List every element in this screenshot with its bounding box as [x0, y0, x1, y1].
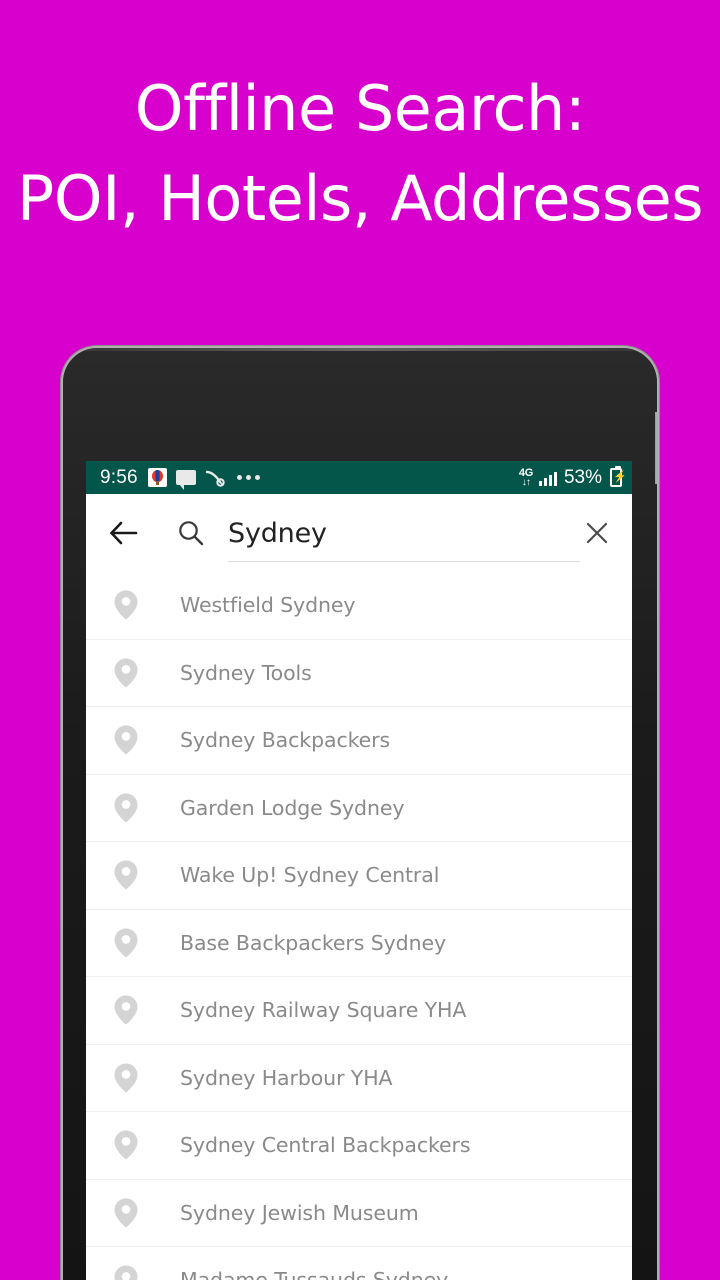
search-result-label: Sydney Jewish Museum: [180, 1200, 419, 1225]
search-result-label: Madame Tussauds Sydney: [180, 1268, 448, 1280]
search-result-label: Base Backpackers Sydney: [180, 930, 447, 955]
map-pin-icon: [110, 1061, 142, 1095]
search-result-label: Sydney Railway Square YHA: [180, 998, 467, 1023]
hot-air-balloon-icon: [147, 468, 167, 487]
map-pin-icon: [110, 723, 142, 757]
search-result-row[interactable]: Garden Lodge Sydney: [86, 775, 632, 842]
search-result-row[interactable]: Sydney Railway Square YHA: [86, 977, 632, 1045]
power-button[interactable]: [655, 412, 657, 484]
search-result-label: Wake Up! Sydney Central: [180, 863, 440, 888]
map-pin-icon: [110, 993, 142, 1027]
search-icon: [176, 518, 206, 548]
map-pin-icon: [110, 1128, 142, 1162]
phone-screen: 9:56 4G ↓↑ 53% ⚡ Sydney Westfield Sydney…: [86, 461, 632, 1280]
search-result-row[interactable]: Sydney Jewish Museum: [86, 1180, 632, 1247]
search-result-row[interactable]: Wake Up! Sydney Central: [86, 842, 632, 910]
search-result-label: Sydney Backpackers: [180, 728, 391, 753]
search-result-row[interactable]: Madame Tussauds Sydney: [86, 1247, 632, 1280]
phone-top-rim: [63, 348, 657, 351]
search-result-label: Sydney Harbour YHA: [180, 1065, 393, 1090]
signal-strength-icon: [538, 470, 557, 486]
search-results-list[interactable]: Westfield Sydney Sydney Tools Sydney Bac…: [86, 572, 632, 1280]
battery-percent-label: 53%: [563, 466, 602, 488]
search-result-row[interactable]: Sydney Harbour YHA: [86, 1045, 632, 1112]
status-bar: 9:56 4G ↓↑ 53% ⚡: [86, 461, 632, 494]
search-input[interactable]: Sydney: [228, 506, 580, 562]
search-result-label: Garden Lodge Sydney: [180, 795, 405, 820]
back-arrow-icon[interactable]: [106, 516, 140, 550]
map-pin-icon: [110, 588, 142, 622]
battery-charging-icon: ⚡: [610, 466, 627, 487]
status-bar-notification-icons: [147, 468, 260, 490]
search-result-row[interactable]: Base Backpackers Sydney: [86, 910, 632, 977]
map-pin-icon: [110, 926, 142, 960]
search-result-row[interactable]: Sydney Central Backpackers: [86, 1112, 632, 1180]
status-bar-clock: 9:56: [100, 466, 138, 488]
phone-device: 9:56 4G ↓↑ 53% ⚡ Sydney Westfield Sydney…: [63, 348, 657, 1280]
promo-headline-line1: Offline Search:: [134, 72, 586, 145]
search-input-underline: [228, 561, 580, 562]
map-pin-icon: [110, 1263, 142, 1280]
charging-bolt-icon: ⚡: [613, 471, 627, 483]
chat-bubble-icon: [175, 470, 196, 490]
map-pin-icon: [110, 791, 142, 825]
map-pin-icon: [110, 656, 142, 690]
promo-headline-line2: POI, Hotels, Addresses: [16, 162, 704, 235]
search-result-label: Westfield Sydney: [180, 593, 356, 618]
network-type-icon: 4G ↓↑: [519, 467, 533, 488]
search-result-label: Sydney Central Backpackers: [180, 1133, 471, 1158]
missed-call-icon: [205, 469, 225, 487]
search-result-label: Sydney Tools: [180, 660, 312, 685]
search-result-row[interactable]: Sydney Tools: [86, 640, 632, 707]
promo-headline: Offline Search: POI, Hotels, Addresses: [0, 78, 720, 230]
map-pin-icon: [110, 1196, 142, 1230]
clear-search-button[interactable]: [580, 516, 614, 550]
status-bar-system-icons: 4G ↓↑ 53% ⚡: [519, 466, 627, 489]
search-bar: Sydney: [86, 494, 632, 572]
map-pin-icon: [110, 858, 142, 892]
search-input-value: Sydney: [228, 517, 327, 549]
data-transfer-arrows: ↓↑: [521, 476, 531, 488]
search-result-row[interactable]: Westfield Sydney: [86, 572, 632, 640]
more-notifications-icon: [236, 475, 260, 480]
search-result-row[interactable]: Sydney Backpackers: [86, 707, 632, 775]
promo-screenshot: Offline Search: POI, Hotels, Addresses 9…: [0, 0, 720, 1280]
